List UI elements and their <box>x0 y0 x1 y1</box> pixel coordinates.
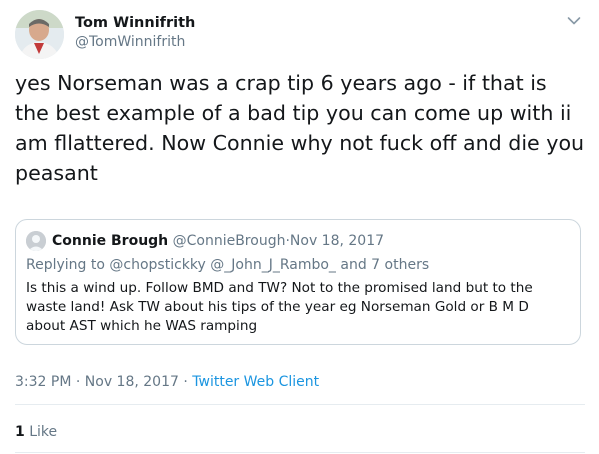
like-label: Like <box>29 424 58 440</box>
replying-to-prefix: Replying to <box>26 257 105 273</box>
tweet-card: Tom Winnifrith @TomWinnifrith yes Norsem… <box>0 0 599 454</box>
tweet-metadata: 3:32 PM · Nov 18, 2017 · Twitter Web Cli… <box>15 373 319 391</box>
divider <box>15 404 585 405</box>
like-stats[interactable]: 1 Like <box>15 423 57 441</box>
quoted-date[interactable]: Nov 18, 2017 <box>290 233 384 249</box>
divider <box>15 452 585 453</box>
author-info[interactable]: Tom Winnifrith @TomWinnifrith <box>75 14 195 52</box>
replying-to: Replying to @chopstickky @_John_J_Rambo_… <box>26 256 429 274</box>
author-handle[interactable]: @TomWinnifrith <box>75 33 195 52</box>
meta-separator: · <box>75 374 81 390</box>
quoted-text: Is this a wind up. Follow BMD and TW? No… <box>26 280 533 334</box>
client-link[interactable]: Twitter Web Client <box>192 374 319 390</box>
replying-to-and: and <box>340 257 367 273</box>
reply-mention-2[interactable]: @_John_J_Rambo_ <box>210 257 336 273</box>
quoted-author-avatar[interactable] <box>26 231 46 251</box>
reply-others-link[interactable]: 7 others <box>371 257 429 273</box>
quoted-tweet[interactable]: Connie Brough @ConnieBrough·Nov 18, 2017… <box>15 219 581 345</box>
tweet-text: yes Norseman was a crap tip 6 years ago … <box>15 71 585 185</box>
tweet-time[interactable]: 3:32 PM <box>15 374 71 390</box>
author-display-name[interactable]: Tom Winnifrith <box>75 14 195 33</box>
author-avatar[interactable] <box>15 10 64 59</box>
chevron-down-icon[interactable] <box>567 16 581 26</box>
quoted-display-name[interactable]: Connie Brough <box>52 233 168 249</box>
meta-separator-2: · <box>183 374 188 390</box>
quoted-header: Connie Brough @ConnieBrough·Nov 18, 2017 <box>52 232 384 250</box>
quoted-handle[interactable]: @ConnieBrough <box>173 233 286 249</box>
reply-mention-1[interactable]: @chopstickky <box>109 257 205 273</box>
like-count: 1 <box>15 424 25 440</box>
tweet-date[interactable]: Nov 18, 2017 <box>85 374 179 390</box>
